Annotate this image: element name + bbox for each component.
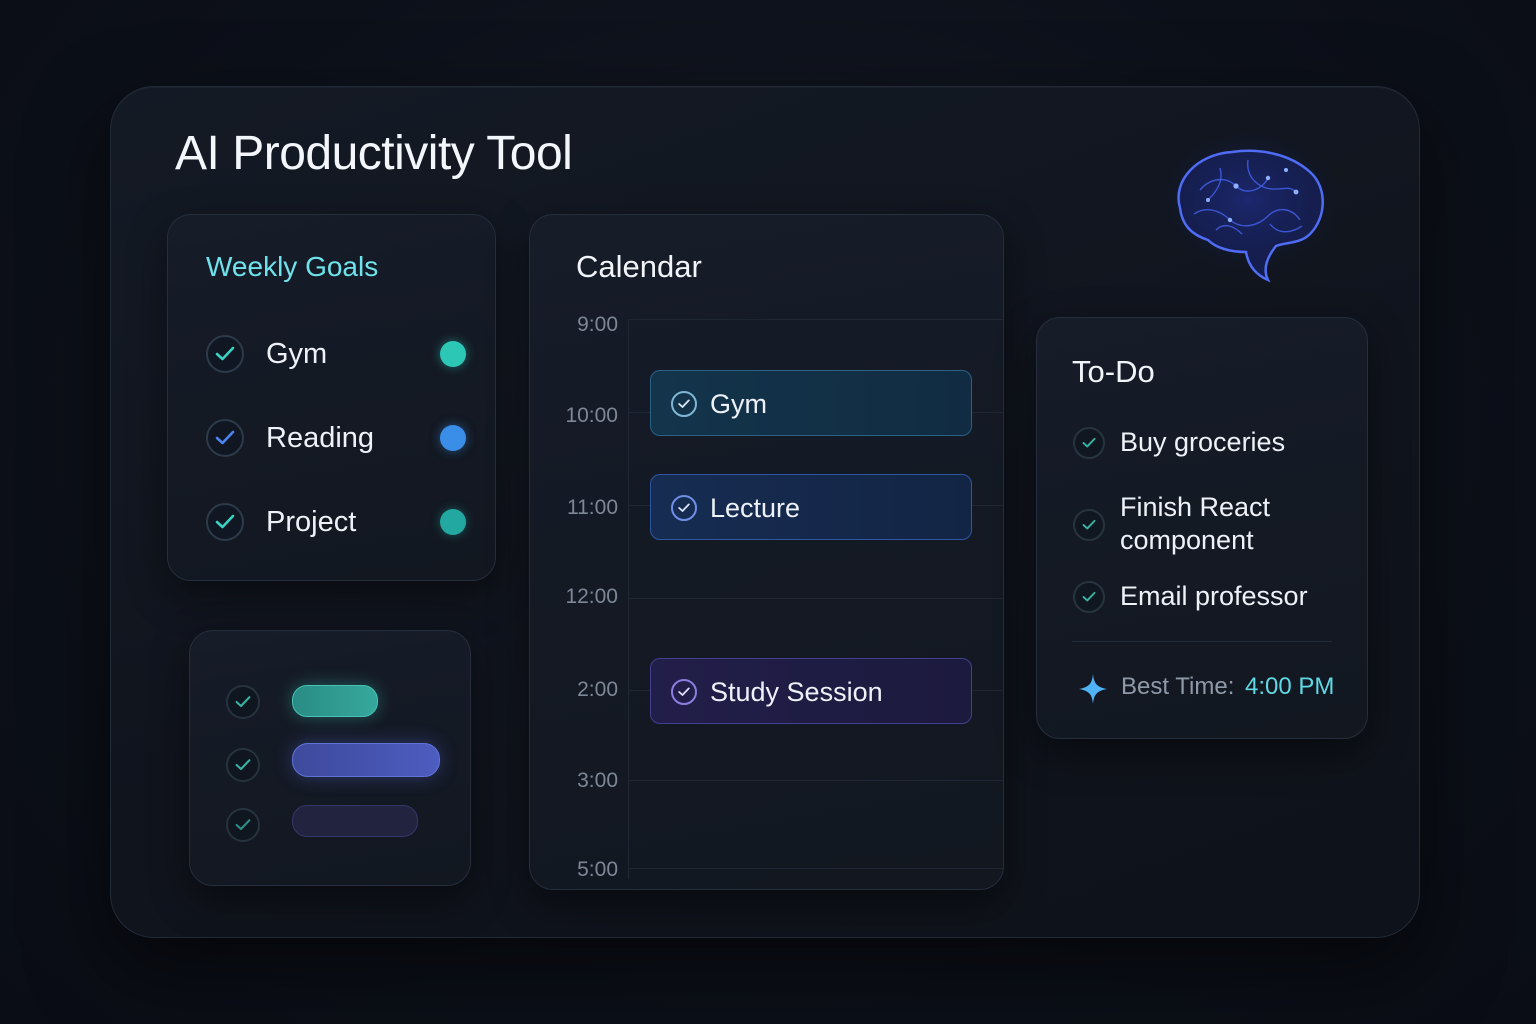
hour-gridline <box>628 780 1003 781</box>
time-label: 10:00 <box>565 404 618 427</box>
time-label: 2:00 <box>577 678 618 701</box>
check-icon <box>678 399 690 408</box>
todo-checkbox[interactable] <box>1073 509 1105 541</box>
time-label: 9:00 <box>577 313 618 336</box>
event-title: Study Session <box>710 677 883 707</box>
check-icon <box>235 759 251 771</box>
time-label: 11:00 <box>567 496 618 519</box>
todo-checkbox[interactable] <box>1073 581 1105 613</box>
todo-divider <box>1072 641 1332 642</box>
todo-item[interactable]: Email professor <box>1073 580 1353 614</box>
check-icon <box>1082 519 1096 530</box>
check-icon <box>215 430 235 445</box>
todo-card: To-Do Buy groceries Finish React compone… <box>1036 317 1368 739</box>
event-title: Gym <box>710 389 767 419</box>
check-icon <box>235 696 251 708</box>
time-label: 3:00 <box>577 769 618 792</box>
event-title: Lecture <box>710 493 801 523</box>
event-check <box>671 679 697 705</box>
sparkle-icon <box>1079 674 1107 704</box>
time-label: 5:00 <box>577 858 618 881</box>
hour-gridline <box>628 868 1003 869</box>
goal-item-gym[interactable]: Gym <box>206 333 466 377</box>
goal-status-dot <box>440 509 466 535</box>
calendar-event-study-session[interactable]: Study Session <box>650 658 972 724</box>
todo-title: To-Do <box>1072 354 1155 389</box>
goal-label: Gym <box>266 338 328 370</box>
calendar-event-lecture[interactable]: Lecture <box>650 474 972 540</box>
progress-mini-card <box>189 630 471 886</box>
goal-checkbox[interactable] <box>206 335 244 373</box>
calendar-axis-line <box>628 319 629 879</box>
best-time-suggestion: Best Time: 4:00 PM <box>1073 672 1363 706</box>
goal-checkbox[interactable] <box>206 419 244 457</box>
todo-label: Email professor <box>1120 581 1308 611</box>
todo-checkbox[interactable] <box>1073 427 1105 459</box>
todo-item[interactable]: Buy groceries <box>1073 426 1353 460</box>
best-time-value: 4:00 PM <box>1245 673 1335 700</box>
check-icon <box>678 687 690 696</box>
goal-status-dot <box>440 341 466 367</box>
event-check <box>671 391 697 417</box>
todo-label: Finish React component <box>1120 492 1271 555</box>
check-icon <box>235 819 251 831</box>
calendar-event-gym[interactable]: Gym <box>650 370 972 436</box>
todo-label: Buy groceries <box>1120 427 1286 457</box>
event-check <box>671 495 697 521</box>
todo-item[interactable]: Finish React component <box>1073 491 1353 559</box>
goal-item-project[interactable]: Project <box>206 501 466 545</box>
goal-label: Project <box>266 506 357 538</box>
calendar-title: Calendar <box>576 249 702 284</box>
mini-checkbox[interactable] <box>226 748 260 782</box>
progress-bar <box>292 685 378 717</box>
time-label: 12:00 <box>565 585 618 608</box>
check-icon <box>678 503 690 512</box>
weekly-goals-title: Weekly Goals <box>206 251 379 282</box>
goal-item-reading[interactable]: Reading <box>206 417 466 461</box>
calendar-card: Calendar 9:00 10:00 11:00 12:00 2:00 3:0… <box>529 214 1004 890</box>
mini-checkbox[interactable] <box>226 808 260 842</box>
hour-gridline <box>628 319 1003 320</box>
goal-checkbox[interactable] <box>206 503 244 541</box>
weekly-goals-card: Weekly Goals Gym Reading Project <box>167 214 496 581</box>
mini-checkbox[interactable] <box>226 685 260 719</box>
goal-label: Reading <box>266 422 375 454</box>
check-icon <box>215 514 235 529</box>
page-title: AI Productivity Tool <box>175 127 573 180</box>
progress-bar <box>292 743 440 777</box>
hour-gridline <box>628 598 1003 599</box>
brain-icon <box>1150 130 1350 300</box>
progress-bar <box>292 805 418 837</box>
best-time-label: Best Time: <box>1121 673 1235 700</box>
check-icon <box>215 346 235 361</box>
check-icon <box>1082 437 1096 448</box>
check-icon <box>1082 591 1096 602</box>
goal-status-dot <box>440 425 466 451</box>
